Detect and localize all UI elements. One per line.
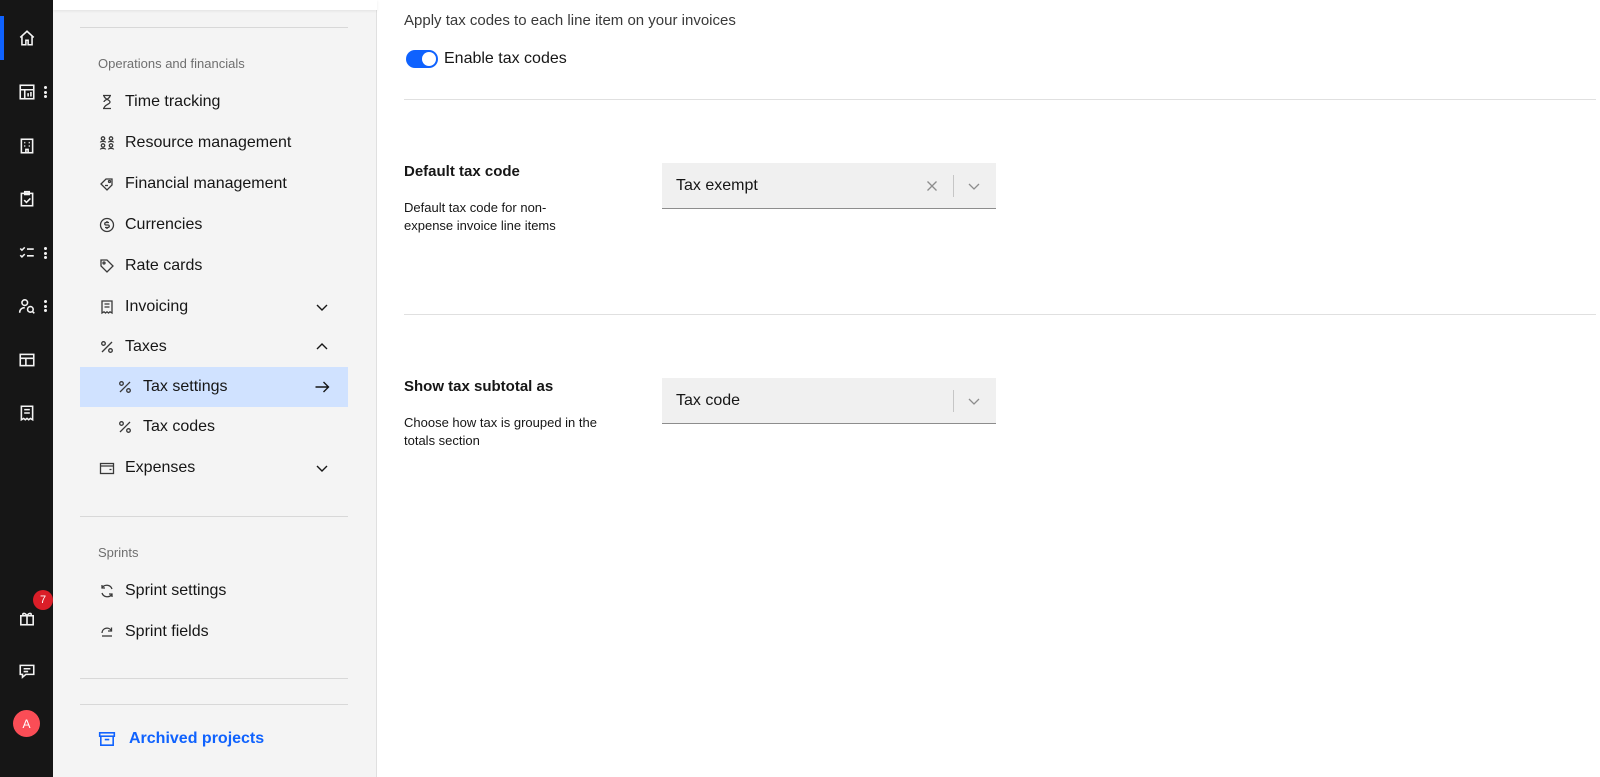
sidebar-item-rate-cards[interactable]: Rate cards	[80, 246, 348, 286]
task-list-icon	[19, 246, 34, 259]
layout-button[interactable]	[0, 340, 53, 380]
notification-badge: 7	[33, 590, 53, 610]
overflow-menu-icon[interactable]	[44, 247, 47, 259]
chevron-down-icon	[314, 460, 330, 476]
sidebar-item-label: Invoicing	[125, 298, 189, 315]
sidebar-item-label: Currencies	[125, 216, 203, 233]
gift-icon	[19, 612, 34, 626]
building-icon	[20, 138, 33, 154]
tax-settings-panel: Apply tax codes to each line item on you…	[378, 0, 1600, 777]
divider	[80, 678, 348, 679]
sidebar-item-currencies[interactable]: Currencies	[80, 205, 348, 245]
home-icon	[19, 30, 34, 46]
tag-icon	[98, 257, 116, 275]
toggle-label: Enable tax codes	[444, 50, 567, 67]
sidebar-item-sprint-settings[interactable]: Sprint settings	[80, 571, 348, 611]
sidebar-top-edge	[53, 0, 377, 10]
sidebar-item-label: Sprint settings	[125, 582, 227, 599]
sidebar-item-label: Rate cards	[125, 257, 203, 274]
sidebar-item-resource-management[interactable]: Resource management	[80, 123, 348, 163]
money-tag-icon	[98, 175, 116, 193]
receipt-icon	[20, 405, 33, 422]
archived-projects-label: Archived projects	[129, 730, 265, 747]
layout-icon	[18, 353, 35, 367]
chevron-up-icon	[314, 339, 330, 355]
archive-icon	[98, 732, 116, 746]
sidebar-item-sprint-fields[interactable]: Sprint fields	[80, 612, 348, 652]
percent-icon	[98, 338, 116, 356]
divider	[80, 27, 348, 28]
chevron-down-icon[interactable]	[966, 393, 982, 409]
divider	[80, 704, 348, 705]
sidebar-item-label: Financial management	[125, 175, 287, 192]
select-separator	[953, 390, 954, 412]
sidebar-item-tax-settings[interactable]: Tax settings	[80, 367, 348, 407]
overflow-menu-icon[interactable]	[44, 300, 47, 312]
sidebar-item-label: Sprint fields	[125, 623, 209, 640]
clipboard-icon	[20, 190, 33, 207]
select-value: Tax code	[676, 391, 741, 409]
left-rail: 7 A	[0, 0, 53, 777]
overflow-menu-icon[interactable]	[44, 86, 47, 98]
show-tax-subtotal-description: Choose how tax is grouped in the totals …	[404, 415, 597, 448]
percent-icon	[116, 418, 134, 436]
clipboard-button[interactable]	[0, 179, 53, 219]
enable-tax-codes-toggle[interactable]	[406, 50, 438, 68]
arrow-right-icon	[314, 379, 330, 395]
currency-icon	[98, 216, 116, 234]
clear-icon[interactable]	[924, 178, 940, 194]
tasks-button[interactable]	[0, 233, 53, 273]
hourglass-icon	[98, 93, 116, 111]
group-icon	[98, 134, 116, 152]
settings-sidebar: Operations and financials Time tracking …	[53, 0, 377, 777]
intro-text: Apply tax codes to each line item on you…	[404, 12, 736, 29]
chevron-down-icon[interactable]	[966, 178, 982, 194]
sprint-fields-icon	[98, 623, 116, 641]
default-tax-code-select[interactable]: Tax exempt	[662, 163, 996, 209]
sidebar-item-financial-management[interactable]: Financial management	[80, 164, 348, 204]
home-button[interactable]	[0, 18, 53, 58]
select-value: Tax exempt	[676, 176, 758, 194]
show-tax-subtotal-title: Show tax subtotal as	[404, 378, 554, 395]
sidebar-item-label: Taxes	[125, 338, 167, 355]
sidebar-item-invoicing[interactable]: Invoicing	[80, 287, 348, 327]
projects-button[interactable]	[0, 126, 53, 166]
enable-tax-codes-row: Enable tax codes	[406, 50, 567, 68]
chevron-down-icon	[314, 299, 330, 315]
dashboard-icon	[18, 84, 35, 100]
divider	[80, 516, 348, 517]
default-tax-code-description: Default tax code for non-expense invoice…	[404, 200, 556, 233]
sidebar-item-time-tracking[interactable]: Time tracking	[80, 82, 348, 122]
section-label-operations: Operations and financials	[98, 56, 245, 71]
chat-icon	[18, 664, 35, 679]
archived-projects-link[interactable]: Archived projects	[98, 730, 264, 748]
select-separator	[953, 175, 954, 197]
feedback-button[interactable]	[0, 651, 53, 691]
sidebar-item-label: Tax settings	[143, 378, 228, 395]
sprint-cycle-icon	[98, 582, 116, 600]
sidebar-item-expenses[interactable]: Expenses	[80, 448, 348, 488]
sidebar-item-label: Tax codes	[143, 418, 216, 435]
sidebar-item-label: Resource management	[125, 134, 292, 151]
divider	[404, 314, 1596, 315]
dashboard-button[interactable]	[0, 72, 53, 112]
default-tax-code-title: Default tax code	[404, 163, 520, 180]
divider	[404, 99, 1596, 100]
sidebar-item-tax-codes[interactable]: Tax codes	[80, 407, 348, 447]
receipt-button[interactable]	[0, 393, 53, 433]
sidebar-item-taxes[interactable]: Taxes	[80, 327, 348, 367]
section-label-sprints: Sprints	[98, 545, 139, 560]
user-avatar[interactable]: A	[13, 710, 40, 737]
percent-icon	[116, 378, 134, 396]
show-tax-subtotal-select[interactable]: Tax code	[662, 378, 996, 424]
wallet-icon	[98, 459, 116, 477]
people-icon	[18, 299, 35, 314]
invoice-icon	[98, 298, 116, 316]
sidebar-item-label: Time tracking	[125, 93, 221, 110]
sidebar-item-label: Expenses	[125, 459, 196, 476]
people-button[interactable]	[0, 286, 53, 326]
